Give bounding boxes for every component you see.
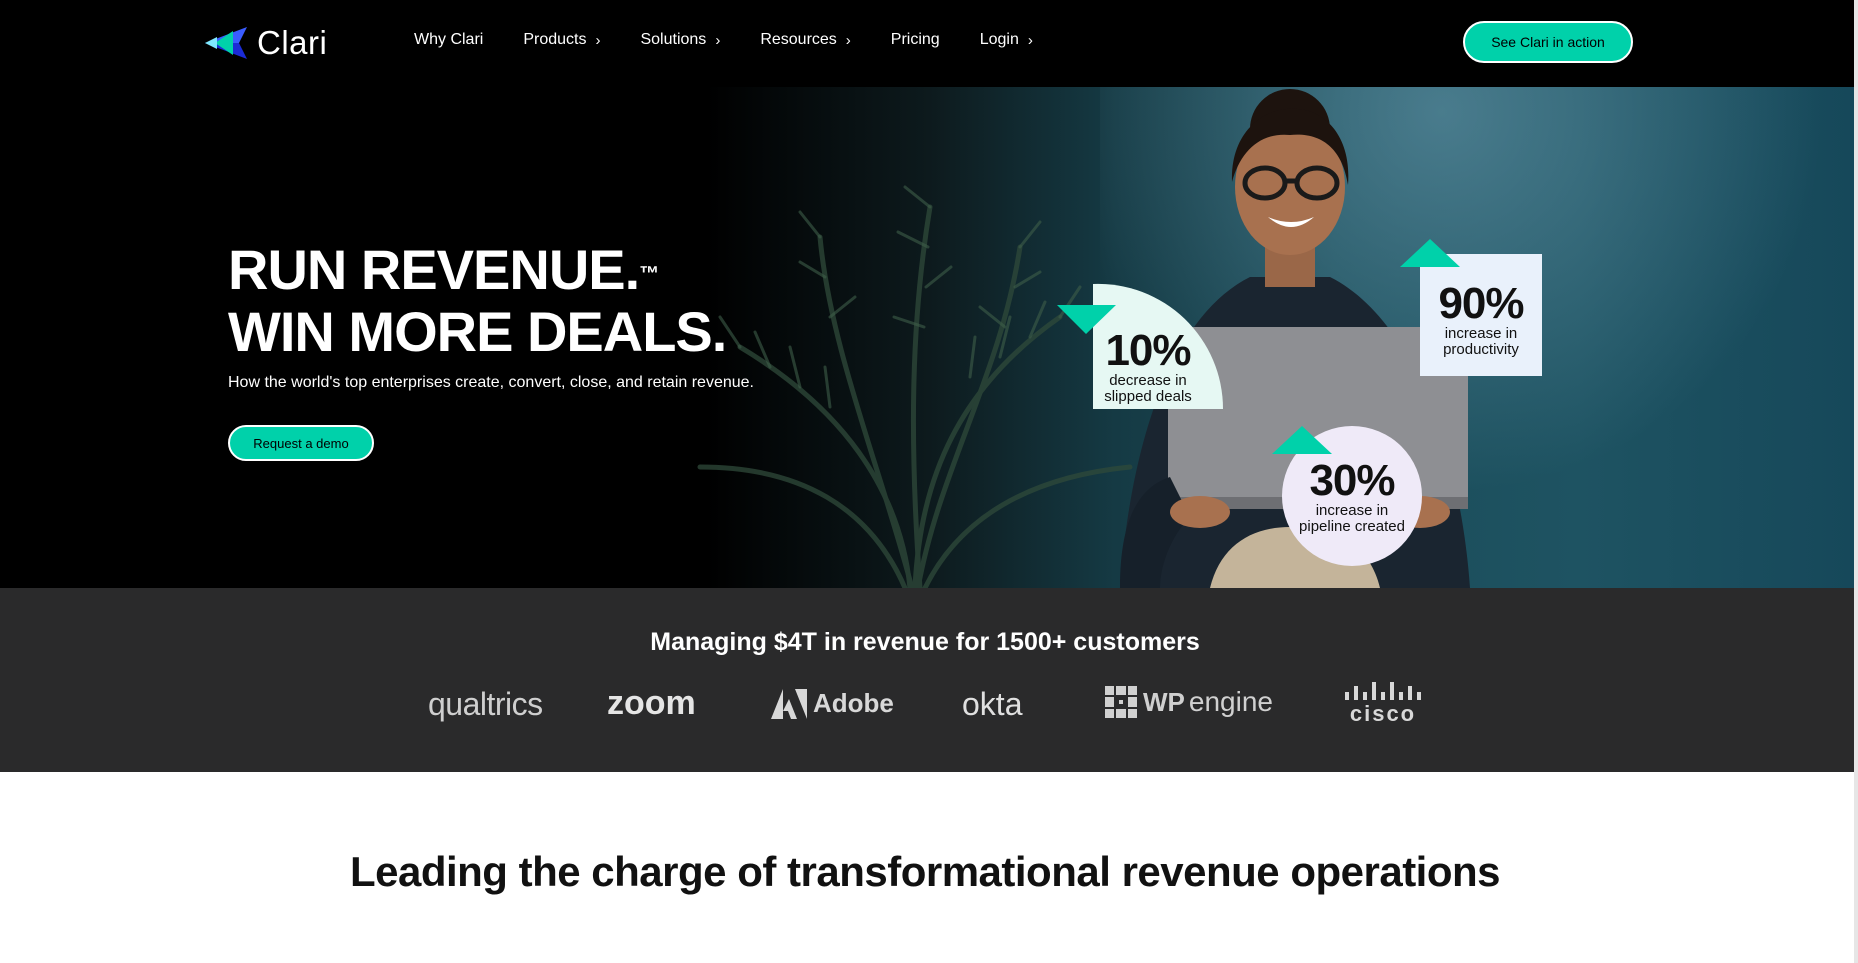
clari-logo-icon <box>205 27 247 59</box>
nav-item-why-clari[interactable]: Why Clari <box>414 31 483 49</box>
nav-item-label: Solutions <box>640 31 707 48</box>
nav-item-label: Login <box>979 31 1019 48</box>
nav-item-label: Products <box>523 31 587 48</box>
adobe-logo: Adobe <box>771 688 894 719</box>
wpengine-icon <box>1105 686 1137 718</box>
customers-headline: Managing $4T in revenue for 1500+ custom… <box>650 628 1200 656</box>
nav-item-label: Resources <box>760 31 837 48</box>
stat-pipeline: 30% increase in pipeline created <box>1282 459 1422 535</box>
hero-banner: RUN REVENUE.™ WIN MORE DEALS. How the wo… <box>0 87 1858 588</box>
clari-logo[interactable]: Clari <box>203 24 327 62</box>
nav-item-solutions[interactable]: Solutions › <box>640 31 720 49</box>
nav-item-label: Why Clari <box>414 31 484 48</box>
wpengine-logo: WP engine <box>1105 686 1273 718</box>
okta-wordmark: okta <box>962 686 1023 722</box>
adobe-icon <box>771 688 807 719</box>
hero-headline: RUN REVENUE.™ WIN MORE DEALS. <box>228 238 727 363</box>
stat-value: 10% <box>1105 326 1191 375</box>
nav-item-pricing[interactable]: Pricing <box>891 31 940 49</box>
nav-item-login[interactable]: Login › <box>980 31 1033 49</box>
chevron-right-icon: › <box>595 31 601 49</box>
customer-logos-bar: Managing $4T in revenue for 1500+ custom… <box>0 588 1858 772</box>
nav-item-resources[interactable]: Resources › <box>760 31 850 49</box>
qualtrics-wordmark: qualtrics <box>428 686 543 722</box>
trademark-symbol: ™ <box>639 263 659 285</box>
stat-label-line1: increase in <box>1444 325 1518 342</box>
headline-line-2: WIN MORE DEALS. <box>228 300 727 363</box>
stat-label-line1: increase in <box>1315 502 1389 519</box>
stat-label-line2: productivity <box>1443 341 1519 358</box>
headline-line-1: RUN REVENUE. <box>228 238 640 301</box>
okta-logo: okta <box>962 686 1022 723</box>
adobe-wordmark: Adobe <box>813 688 894 718</box>
chevron-right-icon: › <box>715 31 721 49</box>
nav-menu: Why Clari Products › Solutions › Resourc… <box>414 31 1073 49</box>
qualtrics-logo: qualtrics <box>428 686 543 723</box>
stat-label-line2: slipped deals <box>1104 388 1192 405</box>
see-clari-in-action-button[interactable]: See Clari in action <box>1463 21 1633 63</box>
zoom-logo: zoom <box>607 684 696 723</box>
stat-productivity: 90% increase in productivity <box>1420 282 1542 358</box>
wpengine-wordmark-wp: WP <box>1143 686 1185 717</box>
brand-name: Clari <box>257 24 328 61</box>
stat-label-line2: pipeline created <box>1299 518 1405 535</box>
zoom-wordmark: zoom <box>607 684 696 722</box>
cisco-wordmark: cisco <box>1349 701 1417 726</box>
stat-value: 30% <box>1309 456 1395 505</box>
chevron-right-icon: › <box>845 31 851 49</box>
stat-label-line1: decrease in <box>1109 372 1187 389</box>
cisco-logo: cisco <box>1345 682 1421 726</box>
top-nav: Clari Why Clari Products › Solutions › R… <box>0 0 1858 87</box>
nav-item-label: Pricing <box>890 31 940 48</box>
hero-subhead: How the world's top enterprises create, … <box>228 374 754 391</box>
stat-slipped-deals: 10% decrease in slipped deals <box>1093 329 1203 405</box>
up-arrow-icon <box>1400 239 1460 267</box>
page-scrollbar[interactable] <box>1854 0 1858 963</box>
nav-item-products[interactable]: Products › <box>523 31 600 49</box>
stat-value: 90% <box>1438 279 1524 328</box>
chevron-right-icon: › <box>1027 31 1033 49</box>
section-heading: Leading the charge of transformational r… <box>349 848 1501 895</box>
cisco-bars-icon <box>1345 682 1421 700</box>
request-demo-button[interactable]: Request a demo <box>228 425 374 461</box>
wpengine-wordmark-engine: engine <box>1188 686 1273 717</box>
